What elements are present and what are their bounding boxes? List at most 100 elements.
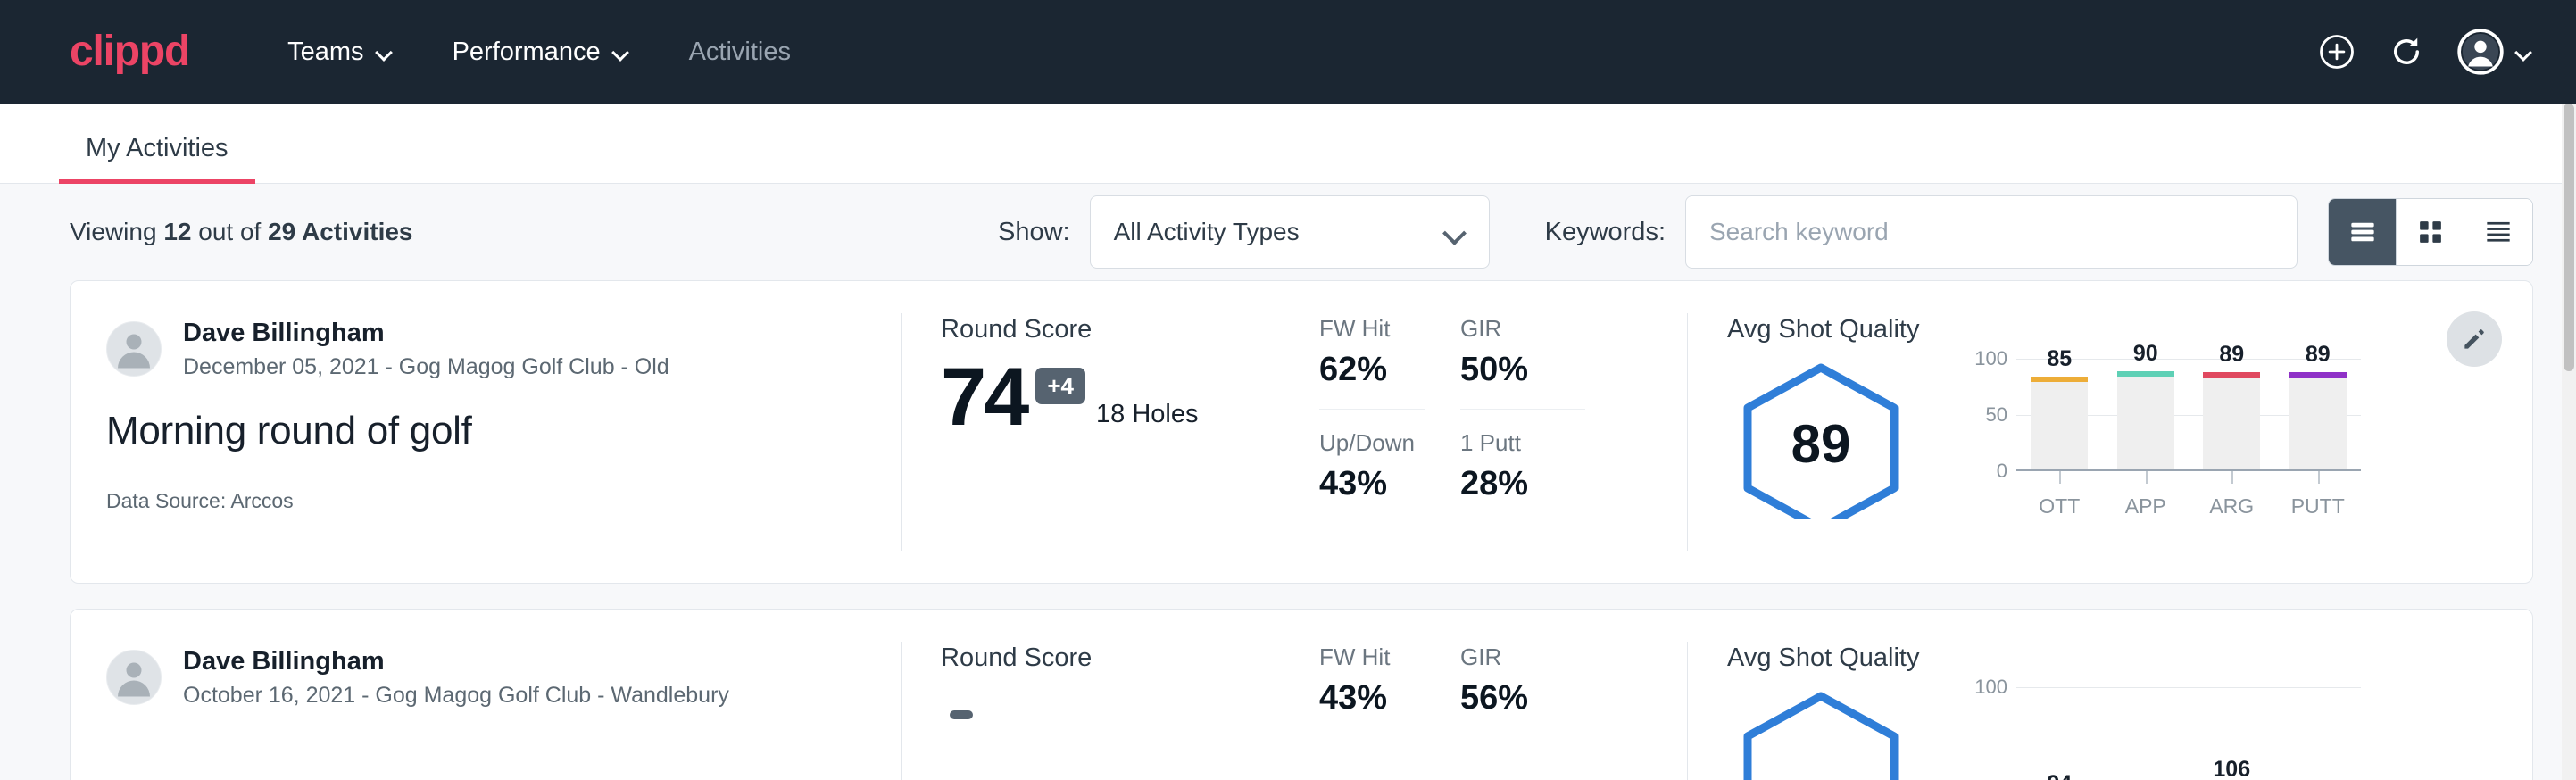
round-stats-grid: FW Hit 43% GIR 56% [1319, 643, 1687, 718]
chart-bar-value: 85 [2031, 346, 2088, 372]
view-mode-toggle [2328, 198, 2533, 266]
activity-card[interactable]: Dave Billingham December 05, 2021 - Gog … [70, 280, 2533, 584]
refresh-button[interactable] [2388, 33, 2425, 71]
round-score-section: Round Score [902, 610, 1303, 780]
stat-label: GIR [1460, 315, 1585, 343]
nav-item-activities-label: Activities [689, 37, 791, 67]
chart-bar-group: 94 [2016, 687, 2103, 780]
chart-plot-area: 94 82 [2016, 687, 2361, 780]
x-tick-label: APP [2103, 471, 2190, 519]
filter-controls: Show: All Activity Types Keywords: [998, 195, 2533, 269]
compact-view-icon [2481, 215, 2515, 249]
quality-score-value: 89 [1791, 414, 1851, 474]
shot-quality-chart: 100 50 0 [1952, 350, 2361, 519]
chart-bar: 89 [2203, 372, 2260, 469]
pencil-icon [2460, 325, 2489, 353]
keywords-label: Keywords: [1545, 218, 1666, 247]
round-stats-grid: FW Hit 62% GIR 50% Up/Down 43% 1 Putt 28… [1319, 315, 1687, 503]
view-mode-compact-button[interactable] [2464, 199, 2532, 265]
chart-body: 100 94 [1952, 687, 2361, 780]
avatar [106, 321, 162, 377]
avg-shot-quality-label: Avg Shot Quality [1727, 643, 2532, 673]
person-icon [107, 321, 161, 376]
list-view-icon [2346, 215, 2380, 249]
activity-summary: Dave Billingham December 05, 2021 - Gog … [71, 281, 901, 583]
search-input[interactable] [1685, 195, 2298, 269]
y-tick-label: 50 [1986, 403, 2007, 427]
stat-gir: GIR 56% [1460, 643, 1585, 718]
stat-label: GIR [1460, 643, 1585, 671]
activity-type-select-value: All Activity Types [1114, 218, 1300, 246]
activity-meta: December 05, 2021 - Gog Magog Golf Club … [183, 353, 669, 382]
avg-shot-quality-section: Avg Shot Quality 100 [1688, 610, 2532, 780]
shot-quality-chart: 100 94 [1952, 678, 2361, 780]
view-mode-grid-button[interactable] [2397, 199, 2464, 265]
user-menu[interactable] [2457, 29, 2533, 75]
x-tick-text: PUTT [2291, 494, 2345, 518]
nav-item-teams[interactable]: Teams [264, 25, 416, 79]
round-score-row [941, 687, 1303, 719]
edit-activity-button[interactable] [2447, 311, 2502, 367]
chart-bar-value: 106 [2203, 757, 2260, 780]
chart-y-axis: 100 [1952, 687, 2007, 780]
chart-bar-value: 89 [2289, 342, 2347, 368]
stat-label: 1 Putt [1460, 429, 1585, 457]
x-tick-label: ARG [2189, 471, 2275, 519]
chevron-down-icon [613, 46, 630, 57]
round-score-row: 74 +4 18 Holes [941, 359, 1303, 436]
stat-value: 28% [1460, 466, 1585, 503]
show-label: Show: [998, 218, 1070, 247]
nav-item-activities[interactable]: Activities [666, 25, 814, 79]
stat-value: 43% [1319, 680, 1425, 718]
round-score-label: Round Score [941, 315, 1303, 344]
chart-bar-value: 90 [2117, 341, 2174, 367]
stat-value: 43% [1319, 466, 1425, 503]
y-tick-label: 0 [1997, 460, 2007, 483]
quality-hexagon [1727, 687, 1915, 780]
chart-bar: 85 [2031, 377, 2088, 469]
round-score-section: Round Score 74 +4 18 Holes [902, 281, 1303, 583]
scrollbar-thumb[interactable] [2564, 104, 2574, 371]
round-stats-section: FW Hit 62% GIR 50% Up/Down 43% 1 Putt 28… [1303, 281, 1687, 583]
page-scrollbar[interactable] [2562, 104, 2576, 780]
stat-fw-hit: FW Hit 43% [1319, 643, 1425, 718]
tab-my-activities-label: My Activities [86, 134, 229, 162]
activity-card[interactable]: Dave Billingham October 16, 2021 - Gog M… [70, 609, 2533, 780]
score-to-par-badge: +4 [1035, 368, 1085, 404]
x-tick-text: APP [2125, 494, 2166, 518]
x-tick-mark [2059, 471, 2061, 484]
activity-type-select[interactable]: All Activity Types [1090, 195, 1490, 269]
x-tick-mark [2318, 471, 2320, 484]
round-score-value: 74 [941, 359, 1026, 436]
chart-bar-cap [2031, 377, 2088, 382]
chart-bar-group: 87 [2275, 687, 2362, 780]
tab-my-activities[interactable]: My Activities [59, 134, 255, 183]
stat-value: 50% [1460, 352, 1585, 389]
nav-item-performance[interactable]: Performance [429, 25, 653, 79]
app-logo[interactable]: clippd [70, 30, 189, 73]
stat-label: FW Hit [1319, 315, 1425, 343]
refresh-icon [2388, 33, 2425, 71]
chart-x-axis: OTT APP ARG PUTT [2016, 471, 2361, 519]
chart-bar-group: 90 [2103, 359, 2190, 469]
activity-data-source: Data Source: Arccos [106, 489, 858, 513]
stat-value: 62% [1319, 352, 1425, 389]
chart-plot-area: 85 90 [2016, 359, 2361, 471]
avatar [106, 650, 162, 705]
activity-summary: Dave Billingham October 16, 2021 - Gog M… [71, 610, 901, 780]
add-button[interactable] [2318, 33, 2356, 71]
y-tick-label: 100 [1974, 676, 2007, 699]
avg-shot-quality-section: Avg Shot Quality 89 100 50 0 [1688, 281, 2532, 583]
grid-view-icon [2414, 215, 2447, 249]
view-mode-list-button[interactable] [2329, 199, 2397, 265]
avg-shot-quality-body: 100 94 [1727, 678, 2532, 780]
quality-hexagon: 89 [1727, 359, 1915, 519]
chevron-down-icon [1444, 225, 1466, 239]
nav-item-teams-label: Teams [287, 37, 363, 67]
stat-value: 56% [1460, 680, 1585, 718]
avg-shot-quality-body: 89 100 50 0 [1727, 350, 2532, 519]
chart-bars: 85 90 [2016, 359, 2361, 469]
viewing-count-text: Viewing 12 out of 29 Activities [70, 218, 413, 246]
chart-y-axis: 100 50 0 [1952, 359, 2007, 471]
stat-label: Up/Down [1319, 429, 1425, 457]
